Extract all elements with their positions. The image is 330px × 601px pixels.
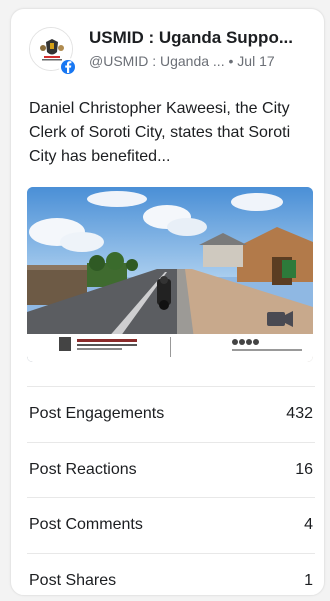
post-text[interactable]: Daniel Christopher Kaweesi, the City Cle…: [29, 97, 313, 169]
page-name[interactable]: USMID : Uganda Suppo...: [89, 27, 324, 49]
street-photo: [27, 187, 313, 362]
post-header: USMID : Uganda Suppo... @USMID : Uganda …: [29, 25, 310, 81]
stat-row-comments: Post Comments 4: [27, 497, 315, 553]
facebook-icon: [59, 58, 77, 76]
stat-value: 432: [286, 405, 313, 423]
stat-row-reactions: Post Reactions 16: [27, 441, 315, 498]
stat-label: Post Engagements: [29, 405, 165, 423]
post-meta: @USMID : Uganda ... • Jul 17: [89, 51, 324, 71]
post-image[interactable]: [27, 187, 313, 362]
stat-label: Post Shares: [29, 571, 117, 589]
stat-value: 4: [304, 516, 313, 534]
stat-label: Post Comments: [29, 516, 143, 534]
post-insights-card: USMID : Uganda Suppo... @USMID : Uganda …: [10, 8, 325, 596]
post-date[interactable]: Jul 17: [237, 53, 274, 69]
stat-row-shares: Post Shares 1: [27, 552, 315, 596]
meta-separator: •: [228, 53, 234, 69]
stat-value: 1: [304, 571, 313, 589]
post-stats-list: Post Engagements 432 Post Reactions 16 P…: [27, 386, 315, 596]
stat-value: 16: [295, 460, 313, 478]
stat-row-engagements: Post Engagements 432: [27, 386, 315, 442]
page-handle[interactable]: @USMID : Uganda ...: [89, 51, 225, 71]
stat-label: Post Reactions: [29, 460, 137, 478]
